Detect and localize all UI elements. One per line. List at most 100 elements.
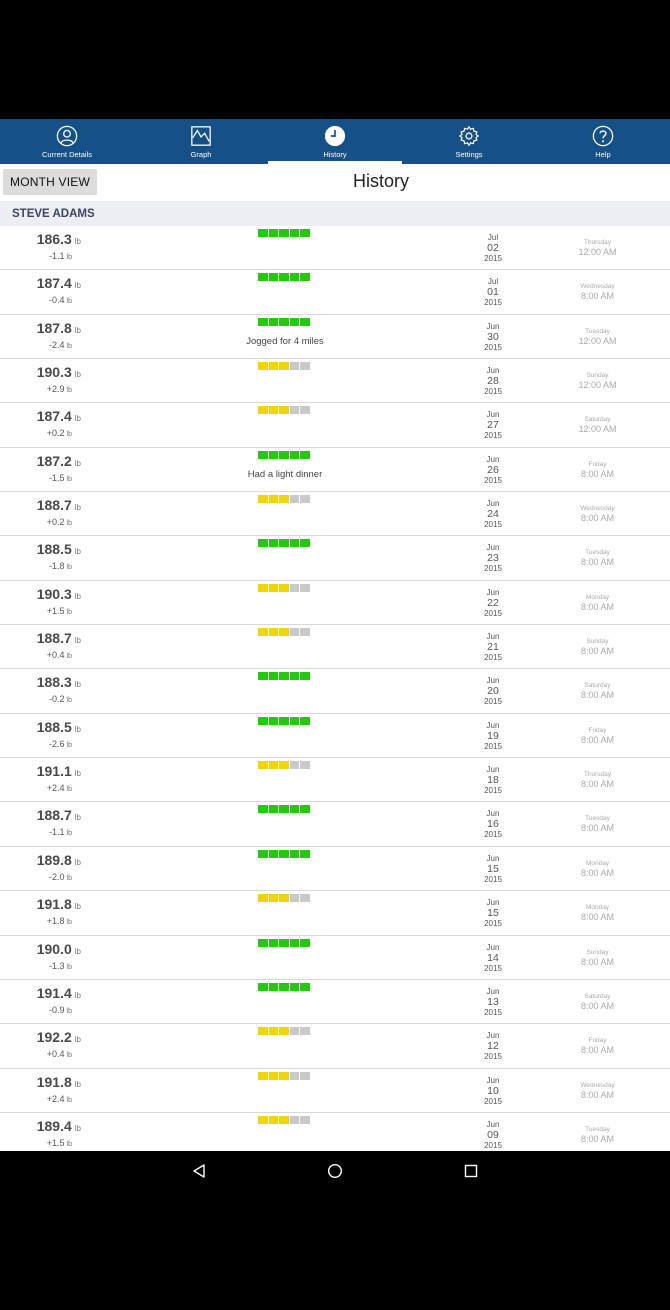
tab-label: Help — [595, 150, 611, 159]
entry-weekday: Sunday — [586, 638, 609, 646]
rating-segment — [300, 1115, 310, 1124]
history-row[interactable]: 188.5 lb -2.6 lb Jun 19 2015 Friday 8:00 A… — [0, 714, 670, 759]
change-unit: lb — [66, 874, 72, 882]
date-month: Jun — [486, 986, 500, 996]
rating-segment — [268, 406, 279, 415]
rating-bar — [258, 849, 310, 858]
date-year: 2015 — [484, 1096, 502, 1106]
tab-graph[interactable]: Graph — [134, 119, 268, 164]
home-button[interactable] — [327, 1163, 343, 1179]
home-icon — [327, 1163, 343, 1179]
entry-weekday: Friday — [588, 1037, 607, 1045]
weight-change: +1.5 lb — [46, 1137, 72, 1148]
history-row[interactable]: 189.4 lb +1.5 lb Jun 09 2015 Tuesday 8:00 … — [0, 1113, 670, 1151]
rating-segment — [258, 716, 268, 725]
rating-segment — [300, 938, 310, 947]
change-unit: lb — [66, 741, 72, 749]
date-year: 2015 — [484, 874, 502, 884]
date-year: 2015 — [484, 520, 502, 530]
entry-time: Monday 8:00 AM — [555, 594, 640, 613]
date-month: Jun — [486, 499, 500, 509]
weight-unit: lb — [74, 370, 81, 380]
rating-bar — [258, 805, 310, 814]
weight-change: -2.4 lb — [49, 339, 72, 350]
entry-time: Wednesday 8:00 AM — [555, 1082, 640, 1101]
history-row[interactable]: 189.8 lb -2.0 lb Jun 15 2015 Monday 8:00 A… — [0, 847, 670, 892]
history-row[interactable]: 187.8 lb -2.4 lb Jogged for 4 miles Jun 30… — [0, 315, 670, 360]
date-month: Jun — [486, 1119, 500, 1129]
history-row[interactable]: 188.3 lb -0.2 lb Jun 20 2015 Saturday 8:00… — [0, 669, 670, 714]
rating-bar — [258, 628, 310, 637]
rating-segment — [289, 539, 300, 548]
tab-history[interactable]: History — [268, 119, 402, 164]
entry-weekday: Tuesday — [585, 1125, 610, 1133]
history-row[interactable]: 186.3 lb -1.1 lb Jul 02 2015 Thursday 12:0… — [0, 226, 670, 271]
entry-weekday: Saturday — [584, 416, 611, 424]
tab-settings[interactable]: Settings — [402, 119, 536, 164]
history-row[interactable]: 190.3 lb +2.9 lb Jun 28 2015 Sunday 12:00 … — [0, 359, 670, 404]
rating-segment — [268, 1071, 279, 1080]
weight-value: 189.8 lb — [36, 851, 81, 868]
date-year: 2015 — [484, 564, 502, 574]
history-row[interactable]: 188.7 lb +0.2 lb Jun 24 2015 Wednesday 8:0… — [0, 492, 670, 537]
history-row[interactable]: 191.1 lb +2.4 lb Jun 18 2015 Thursday 8:00… — [0, 758, 670, 803]
entry-time: Sunday 8:00 AM — [555, 949, 640, 968]
history-row[interactable]: 192.2 lb +0.4 lb Jun 12 2015 Friday 8:00 A… — [0, 1024, 670, 1069]
weight-value: 189.4 lb — [36, 1117, 81, 1134]
history-row[interactable]: 190.0 lb -1.3 lb Jun 14 2015 Sunday 8:00 A… — [0, 936, 670, 980]
history-list[interactable]: 186.3 lb -1.1 lb Jul 02 2015 Thursday 12:0… — [0, 226, 670, 1151]
tab-help[interactable]: Help — [536, 119, 670, 164]
date-month: Jun — [486, 676, 500, 686]
entry-weekday: Friday — [588, 460, 607, 468]
history-row[interactable]: 187.2 lb -1.5 lb Had a light dinner Jun 26… — [0, 448, 670, 493]
entry-time: Saturday 8:00 AM — [555, 993, 640, 1012]
rating-segment — [258, 894, 268, 903]
weight-change: -2.0 lb — [49, 871, 72, 882]
weight-value: 188.7 lb — [36, 630, 81, 647]
gear-icon — [459, 126, 479, 146]
date-day: 12 — [487, 1040, 499, 1053]
date-year: 2015 — [484, 387, 502, 397]
history-row[interactable]: 187.4 lb +0.2 lb Jun 27 2015 Saturday 12:0… — [0, 403, 670, 448]
entry-clock: 8:00 AM — [580, 779, 615, 790]
history-row[interactable]: 188.7 lb -1.1 lb Jun 16 2015 Tuesday 8:00 … — [0, 802, 670, 847]
rating-segment — [300, 628, 310, 637]
rating-segment — [268, 583, 279, 592]
entry-date: Jun 27 2015 — [472, 410, 514, 440]
tab-current-details[interactable]: Current Details — [0, 119, 134, 164]
history-row[interactable]: 191.4 lb -0.9 lb Jun 13 2015 Saturday 8:00… — [0, 980, 670, 1025]
date-year: 2015 — [484, 475, 502, 485]
entry-date: Jun 15 2015 — [472, 854, 514, 884]
weight-change: -2.6 lb — [49, 738, 72, 749]
entry-time: Monday 8:00 AM — [555, 904, 640, 923]
history-row[interactable]: 190.3 lb +1.5 lb Jun 22 2015 Monday 8:00 A… — [0, 581, 670, 626]
rating-segment — [279, 273, 289, 282]
rating-segment — [300, 672, 310, 681]
history-row[interactable]: 187.4 lb -0.4 lb Jul 01 2015 Wednesday 8:0… — [0, 270, 670, 315]
date-year: 2015 — [484, 431, 502, 441]
weight-value: 187.4 lb — [36, 408, 81, 425]
change-unit: lb — [66, 1052, 72, 1060]
rating-segment — [268, 849, 279, 858]
change-unit: lb — [66, 1007, 72, 1015]
rating-bar — [258, 406, 310, 415]
history-row[interactable]: 191.8 lb +2.4 lb Jun 10 2015 Wednesday 8:0… — [0, 1069, 670, 1113]
header: MONTH VIEW History — [0, 164, 670, 201]
history-row[interactable]: 188.7 lb +0.4 lb Jun 21 2015 Sunday 8:00 A… — [0, 625, 670, 670]
rating-segment — [258, 938, 268, 947]
date-month: Jun — [486, 410, 500, 420]
weight-value: 188.3 lb — [36, 674, 81, 691]
entry-weekday: Wednesday — [580, 283, 615, 291]
history-row[interactable]: 188.5 lb -1.8 lb Jun 23 2015 Tuesday 8:00 … — [0, 536, 670, 581]
back-button[interactable] — [191, 1163, 207, 1179]
rating-bar — [258, 1071, 310, 1080]
recents-button[interactable] — [463, 1163, 479, 1179]
rating-segment — [268, 229, 279, 237]
history-row[interactable]: 191.8 lb +1.8 lb Jun 15 2015 Monday 8:00 A… — [0, 891, 670, 936]
entry-date: Jun 09 2015 — [472, 1120, 514, 1150]
rating-bar — [258, 1115, 310, 1124]
date-day: 26 — [487, 463, 499, 476]
entry-clock: 12:00 AM — [578, 424, 617, 435]
entry-clock: 8:00 AM — [580, 1133, 615, 1144]
rating-segment — [279, 849, 289, 858]
